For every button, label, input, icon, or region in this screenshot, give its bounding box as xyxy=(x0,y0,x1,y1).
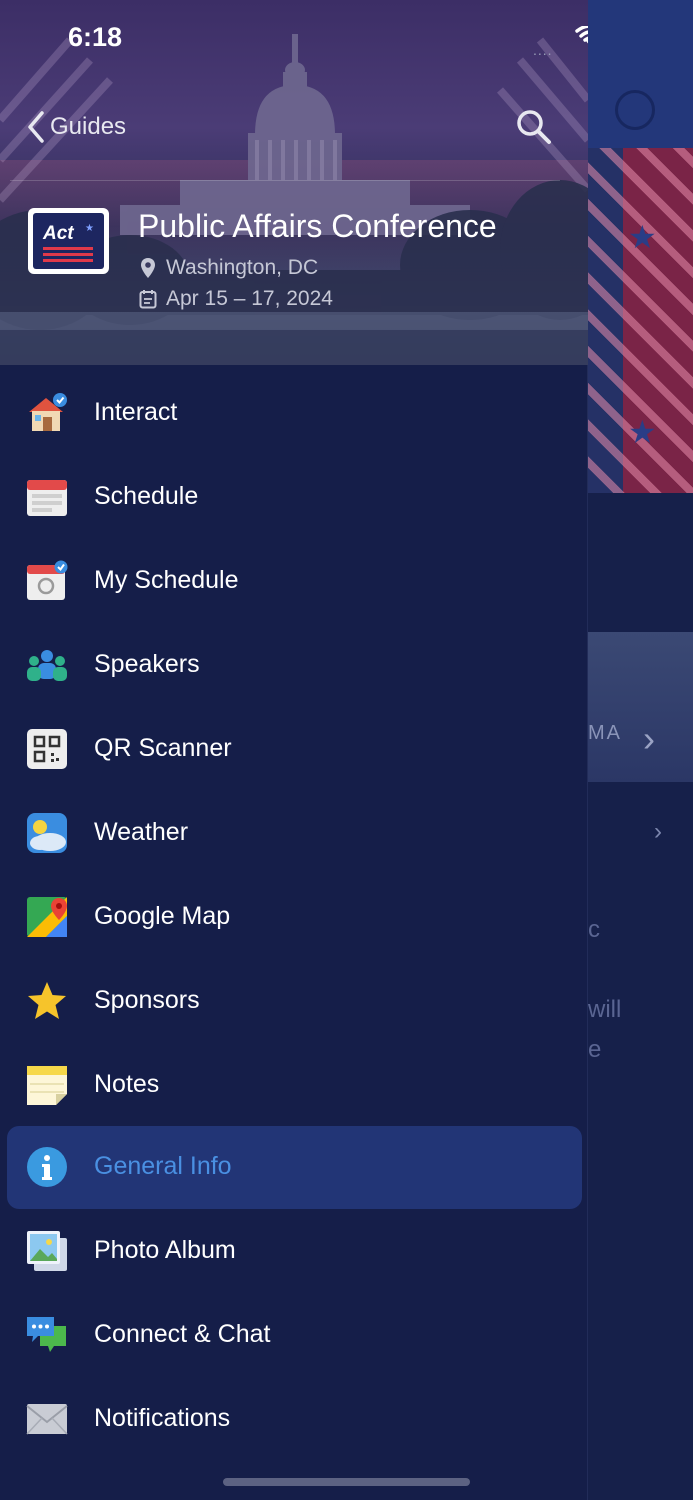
menu-item-label: Notes xyxy=(94,1070,160,1098)
menu-item-interact[interactable]: Interact xyxy=(7,372,582,455)
back-button-label: Guides xyxy=(50,113,127,140)
wifi-icon xyxy=(575,26,588,44)
menu-item-label: Notifications xyxy=(94,1404,231,1432)
signal-icon: .... xyxy=(533,42,553,58)
sponsors-icon xyxy=(28,982,66,1019)
chevron-right-icon: › xyxy=(643,718,655,759)
side-drawer: 6:18 .... Guides Act ★ Public Affairs Co… xyxy=(0,0,588,1500)
chat-icon xyxy=(27,1317,66,1352)
menu-item-label: QR Scanner xyxy=(94,734,232,762)
menu-item-label: My Schedule xyxy=(94,566,239,594)
event-logo-word: Act xyxy=(43,223,74,244)
home-indicator[interactable] xyxy=(223,1478,470,1486)
star-icon: ★ xyxy=(628,414,657,450)
star-icon: ★ xyxy=(628,219,657,255)
event-location: Washington, DC xyxy=(138,256,318,280)
qr-scanner-icon xyxy=(27,729,67,769)
menu-item-notifications[interactable]: Notifications xyxy=(7,1378,582,1461)
drawer-header: 6:18 .... Guides Act ★ Public Affairs Co… xyxy=(0,0,588,365)
mail-icon xyxy=(26,1404,68,1435)
menu-item-label: Speakers xyxy=(94,650,200,678)
speakers-icon xyxy=(27,650,67,681)
map-pin-icon xyxy=(138,257,158,279)
event-dates: Apr 15 – 17, 2024 xyxy=(138,287,333,311)
menu-item-speakers[interactable]: Speakers xyxy=(7,624,582,707)
background-banner: ★ ★ xyxy=(588,148,693,493)
info-icon xyxy=(27,1147,67,1187)
profile-icon[interactable] xyxy=(615,90,655,130)
event-logo-inner: Act ★ xyxy=(33,213,104,269)
menu-item-label: Sponsors xyxy=(94,986,200,1014)
menu-item-qr-scanner[interactable]: QR Scanner xyxy=(7,708,582,791)
logo-stripe xyxy=(43,247,93,250)
star-icon: ★ xyxy=(85,223,94,234)
event-location-text: Washington, DC xyxy=(166,256,319,279)
menu-item-general-info[interactable]: General Info xyxy=(7,1126,582,1209)
menu-item-label: Google Map xyxy=(94,902,231,930)
background-text: will xyxy=(588,996,622,1023)
background-header xyxy=(588,0,693,148)
interact-icon xyxy=(29,393,67,431)
menu-item-photo-album[interactable]: Photo Album xyxy=(7,1210,582,1293)
background-text: c xyxy=(588,916,600,943)
event-title: Public Affairs Conference xyxy=(138,208,497,244)
background-map-label: MA xyxy=(588,722,622,744)
menu-item-label: General Info xyxy=(94,1152,232,1180)
event-dates-text: Apr 15 – 17, 2024 xyxy=(166,287,333,310)
chevron-right-icon: › xyxy=(654,818,662,845)
background-text: e xyxy=(588,1036,602,1063)
chevron-left-icon xyxy=(28,111,44,143)
menu-item-my-schedule[interactable]: My Schedule xyxy=(7,540,582,623)
menu-item-weather[interactable]: Weather xyxy=(7,792,582,875)
search-icon[interactable] xyxy=(515,108,553,146)
event-logo: Act ★ xyxy=(28,208,109,274)
google-map-icon xyxy=(27,897,67,937)
notes-icon xyxy=(27,1066,67,1105)
app-screen: ★ ★ MA › › c will e 6:18 .... Guides Act… xyxy=(0,0,693,1500)
weather-icon xyxy=(27,813,67,853)
background-map-card[interactable] xyxy=(588,632,693,782)
background-app: ★ ★ MA › › c will e xyxy=(588,0,693,1500)
menu-item-label: Weather xyxy=(94,818,189,846)
schedule-icon xyxy=(27,480,67,516)
menu-item-label: Interact xyxy=(94,398,178,426)
header-divider xyxy=(10,180,560,181)
calendar-icon xyxy=(138,289,158,309)
photo-album-icon xyxy=(27,1231,67,1271)
menu-item-connect-chat[interactable]: Connect & Chat xyxy=(7,1294,582,1377)
logo-stripe xyxy=(43,253,93,256)
menu-item-sponsors[interactable]: Sponsors xyxy=(7,960,582,1043)
back-button[interactable]: Guides xyxy=(26,110,126,144)
my-schedule-icon xyxy=(27,560,68,600)
menu-item-label: Photo Album xyxy=(94,1236,236,1264)
menu-item-schedule[interactable]: Schedule xyxy=(7,456,582,539)
menu-item-label: Schedule xyxy=(94,482,199,510)
menu-item-label: Connect & Chat xyxy=(94,1320,271,1348)
logo-stripe xyxy=(43,259,93,262)
status-time: 6:18 xyxy=(68,22,123,52)
menu-item-google-map[interactable]: Google Map xyxy=(7,876,582,959)
menu-item-notes[interactable]: Notes xyxy=(7,1044,582,1127)
